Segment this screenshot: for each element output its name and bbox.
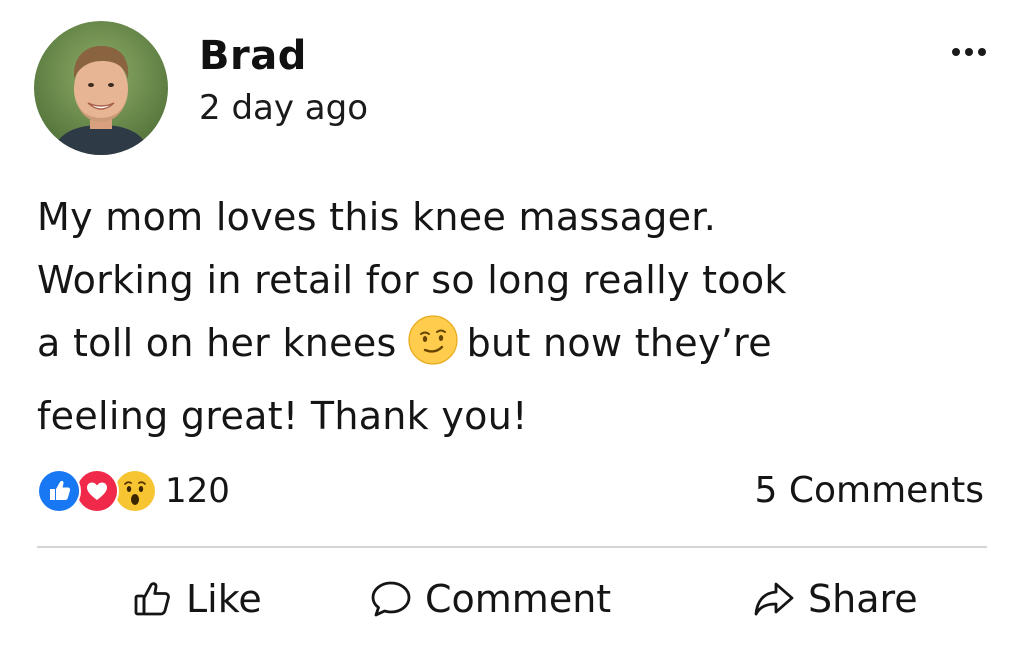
post-text-line: Working in retail for so long really too… bbox=[37, 258, 787, 302]
post-text-line: My mom loves this knee massager. bbox=[37, 195, 717, 239]
more-options-button[interactable] bbox=[944, 40, 994, 64]
divider bbox=[37, 546, 987, 548]
like-button-label: Like bbox=[186, 577, 262, 621]
author-name[interactable]: Brad bbox=[199, 32, 307, 80]
wow-reaction-icon bbox=[113, 469, 157, 513]
comment-button-label: Comment bbox=[425, 577, 612, 621]
post-text-line: feeling great! Thank you! bbox=[37, 394, 528, 438]
like-button[interactable]: Like bbox=[132, 574, 262, 624]
comment-bubble-icon bbox=[371, 581, 411, 617]
thumbs-up-icon bbox=[134, 582, 170, 616]
post-timestamp[interactable]: 2 day ago bbox=[199, 88, 368, 128]
share-button[interactable]: Share bbox=[752, 574, 918, 624]
more-options-icon-dot bbox=[978, 48, 986, 56]
reactions-summary[interactable]: 120 bbox=[37, 468, 230, 514]
share-arrow-icon bbox=[754, 582, 794, 616]
reaction-count[interactable]: 120 bbox=[165, 468, 230, 514]
post-text-segment: a toll on her knees bbox=[37, 321, 397, 365]
more-options-icon bbox=[952, 48, 960, 56]
post-text-line: a toll on her knees but now they’re bbox=[37, 312, 997, 385]
post-text-segment: but now they’re bbox=[466, 321, 772, 365]
post-text: My mom loves this knee massager. Working… bbox=[37, 186, 997, 448]
comment-button[interactable]: Comment bbox=[369, 574, 611, 624]
smirk-face-emoji-icon bbox=[407, 314, 459, 385]
avatar[interactable] bbox=[34, 21, 168, 155]
more-options-icon-dot bbox=[965, 48, 973, 56]
share-button-label: Share bbox=[808, 577, 918, 621]
love-reaction-icon bbox=[75, 469, 119, 513]
comments-count-link[interactable]: 5 Comments bbox=[755, 468, 984, 514]
profile-photo bbox=[34, 21, 168, 155]
like-reaction-icon bbox=[37, 469, 81, 513]
